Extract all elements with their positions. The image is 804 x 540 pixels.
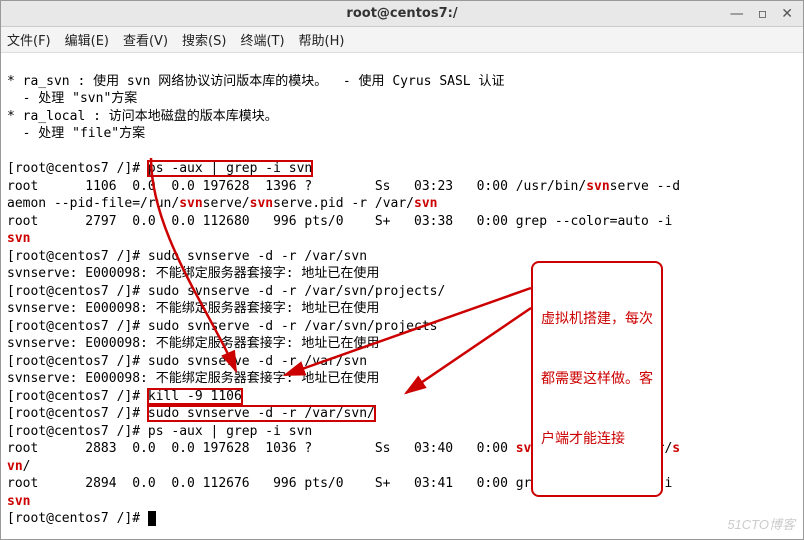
- highlighted-command: ps -aux | grep -i svn: [148, 161, 312, 176]
- command: sudo svnserve -d -r /var/svn/projects/: [148, 284, 445, 299]
- term-line: serve.pid -r /var/: [273, 196, 414, 211]
- callout-line: 都需要这样做。客: [541, 369, 653, 389]
- term-line: - 处理 "svn"方案: [7, 91, 137, 106]
- match-svn: svn: [179, 196, 202, 211]
- highlighted-command: sudo svnserve -d -r /var/svn/: [148, 406, 375, 421]
- highlighted-command: kill -9 1106: [148, 389, 242, 404]
- term-line: * ra_svn : 使用 svn 网络协议访问版本库的模块。 - 使用 Cyr…: [7, 74, 504, 89]
- match-svn: svn: [7, 494, 30, 509]
- prompt: [root@centos7 /]#: [7, 284, 148, 299]
- callout-line: 户端才能连接: [541, 429, 653, 449]
- window-title: root@centos7:/: [346, 6, 457, 21]
- command: sudo svnserve -d -r /var/svn/projects: [148, 319, 438, 334]
- prompt: [root@centos7 /]#: [7, 354, 148, 369]
- menu-file[interactable]: 文件(F): [7, 30, 51, 49]
- match-svn: svn: [250, 196, 273, 211]
- titlebar[interactable]: root@centos7:/ — ▫ ✕: [1, 1, 803, 27]
- command: sudo svnserve -d -r /var/svn: [148, 249, 367, 264]
- minimize-button[interactable]: —: [730, 6, 744, 22]
- watermark: 51CTO博客: [727, 516, 795, 534]
- error-line: svnserve: E000098: 不能绑定服务器套接字: 地址已在使用: [7, 371, 379, 386]
- menu-view[interactable]: 查看(V): [123, 30, 168, 49]
- match-svn: svn: [586, 179, 609, 194]
- menubar: 文件(F) 编辑(E) 查看(V) 搜索(S) 终端(T) 帮助(H): [1, 27, 803, 53]
- term-line: serve --d: [610, 179, 680, 194]
- cursor: [148, 511, 156, 526]
- term-line: * ra_local : 访问本地磁盘的版本库模块。: [7, 109, 278, 124]
- term-line: /: [23, 459, 31, 474]
- maximize-button[interactable]: ▫: [758, 6, 768, 22]
- prompt: [root@centos7 /]#: [7, 161, 148, 176]
- term-line: - 处理 "file"方案: [7, 126, 145, 141]
- menu-edit[interactable]: 编辑(E): [65, 30, 109, 49]
- close-button[interactable]: ✕: [781, 6, 793, 22]
- error-line: svnserve: E000098: 不能绑定服务器套接字: 地址已在使用: [7, 336, 379, 351]
- prompt: [root@centos7 /]#: [7, 249, 148, 264]
- annotation-callout: 虚拟机搭建，每次 都需要这样做。客 户端才能连接: [531, 261, 663, 497]
- prompt: [root@centos7 /]#: [7, 511, 148, 526]
- match-svn: vn: [7, 459, 23, 474]
- prompt: [root@centos7 /]#: [7, 424, 148, 439]
- term-line: root 2894 0.0 0.0 112676 996 pts/0 S+ 03…: [7, 476, 610, 491]
- menu-search[interactable]: 搜索(S): [182, 30, 226, 49]
- error-line: svnserve: E000098: 不能绑定服务器套接字: 地址已在使用: [7, 301, 379, 316]
- prompt: [root@centos7 /]#: [7, 406, 148, 421]
- error-line: svnserve: E000098: 不能绑定服务器套接字: 地址已在使用: [7, 266, 379, 281]
- term-line: root 2883 0.0 0.0 197628 1036 ? Ss 03:40…: [7, 441, 516, 456]
- menu-terminal[interactable]: 终端(T): [240, 30, 284, 49]
- prompt: [root@centos7 /]#: [7, 319, 148, 334]
- match-svn: svn: [414, 196, 437, 211]
- terminal-output[interactable]: * ra_svn : 使用 svn 网络协议访问版本库的模块。 - 使用 Cyr…: [1, 53, 803, 539]
- match-svn: svn: [7, 231, 30, 246]
- match-svn: s: [672, 441, 680, 456]
- term-line: serve/: [203, 196, 250, 211]
- command: sudo svnserve -d -r /var/svn: [148, 354, 367, 369]
- term-line: aemon --pid-file=/run/: [7, 196, 179, 211]
- term-line: root 1106 0.0 0.0 197628 1396 ? Ss 03:23…: [7, 179, 586, 194]
- command: ps -aux | grep -i svn: [148, 424, 312, 439]
- term-line: root 2797 0.0 0.0 112680 996 pts/0 S+ 03…: [7, 214, 680, 229]
- menu-help[interactable]: 帮助(H): [299, 30, 345, 49]
- callout-line: 虚拟机搭建，每次: [541, 309, 653, 329]
- prompt: [root@centos7 /]#: [7, 389, 148, 404]
- terminal-window: root@centos7:/ — ▫ ✕ 文件(F) 编辑(E) 查看(V) 搜…: [0, 0, 804, 540]
